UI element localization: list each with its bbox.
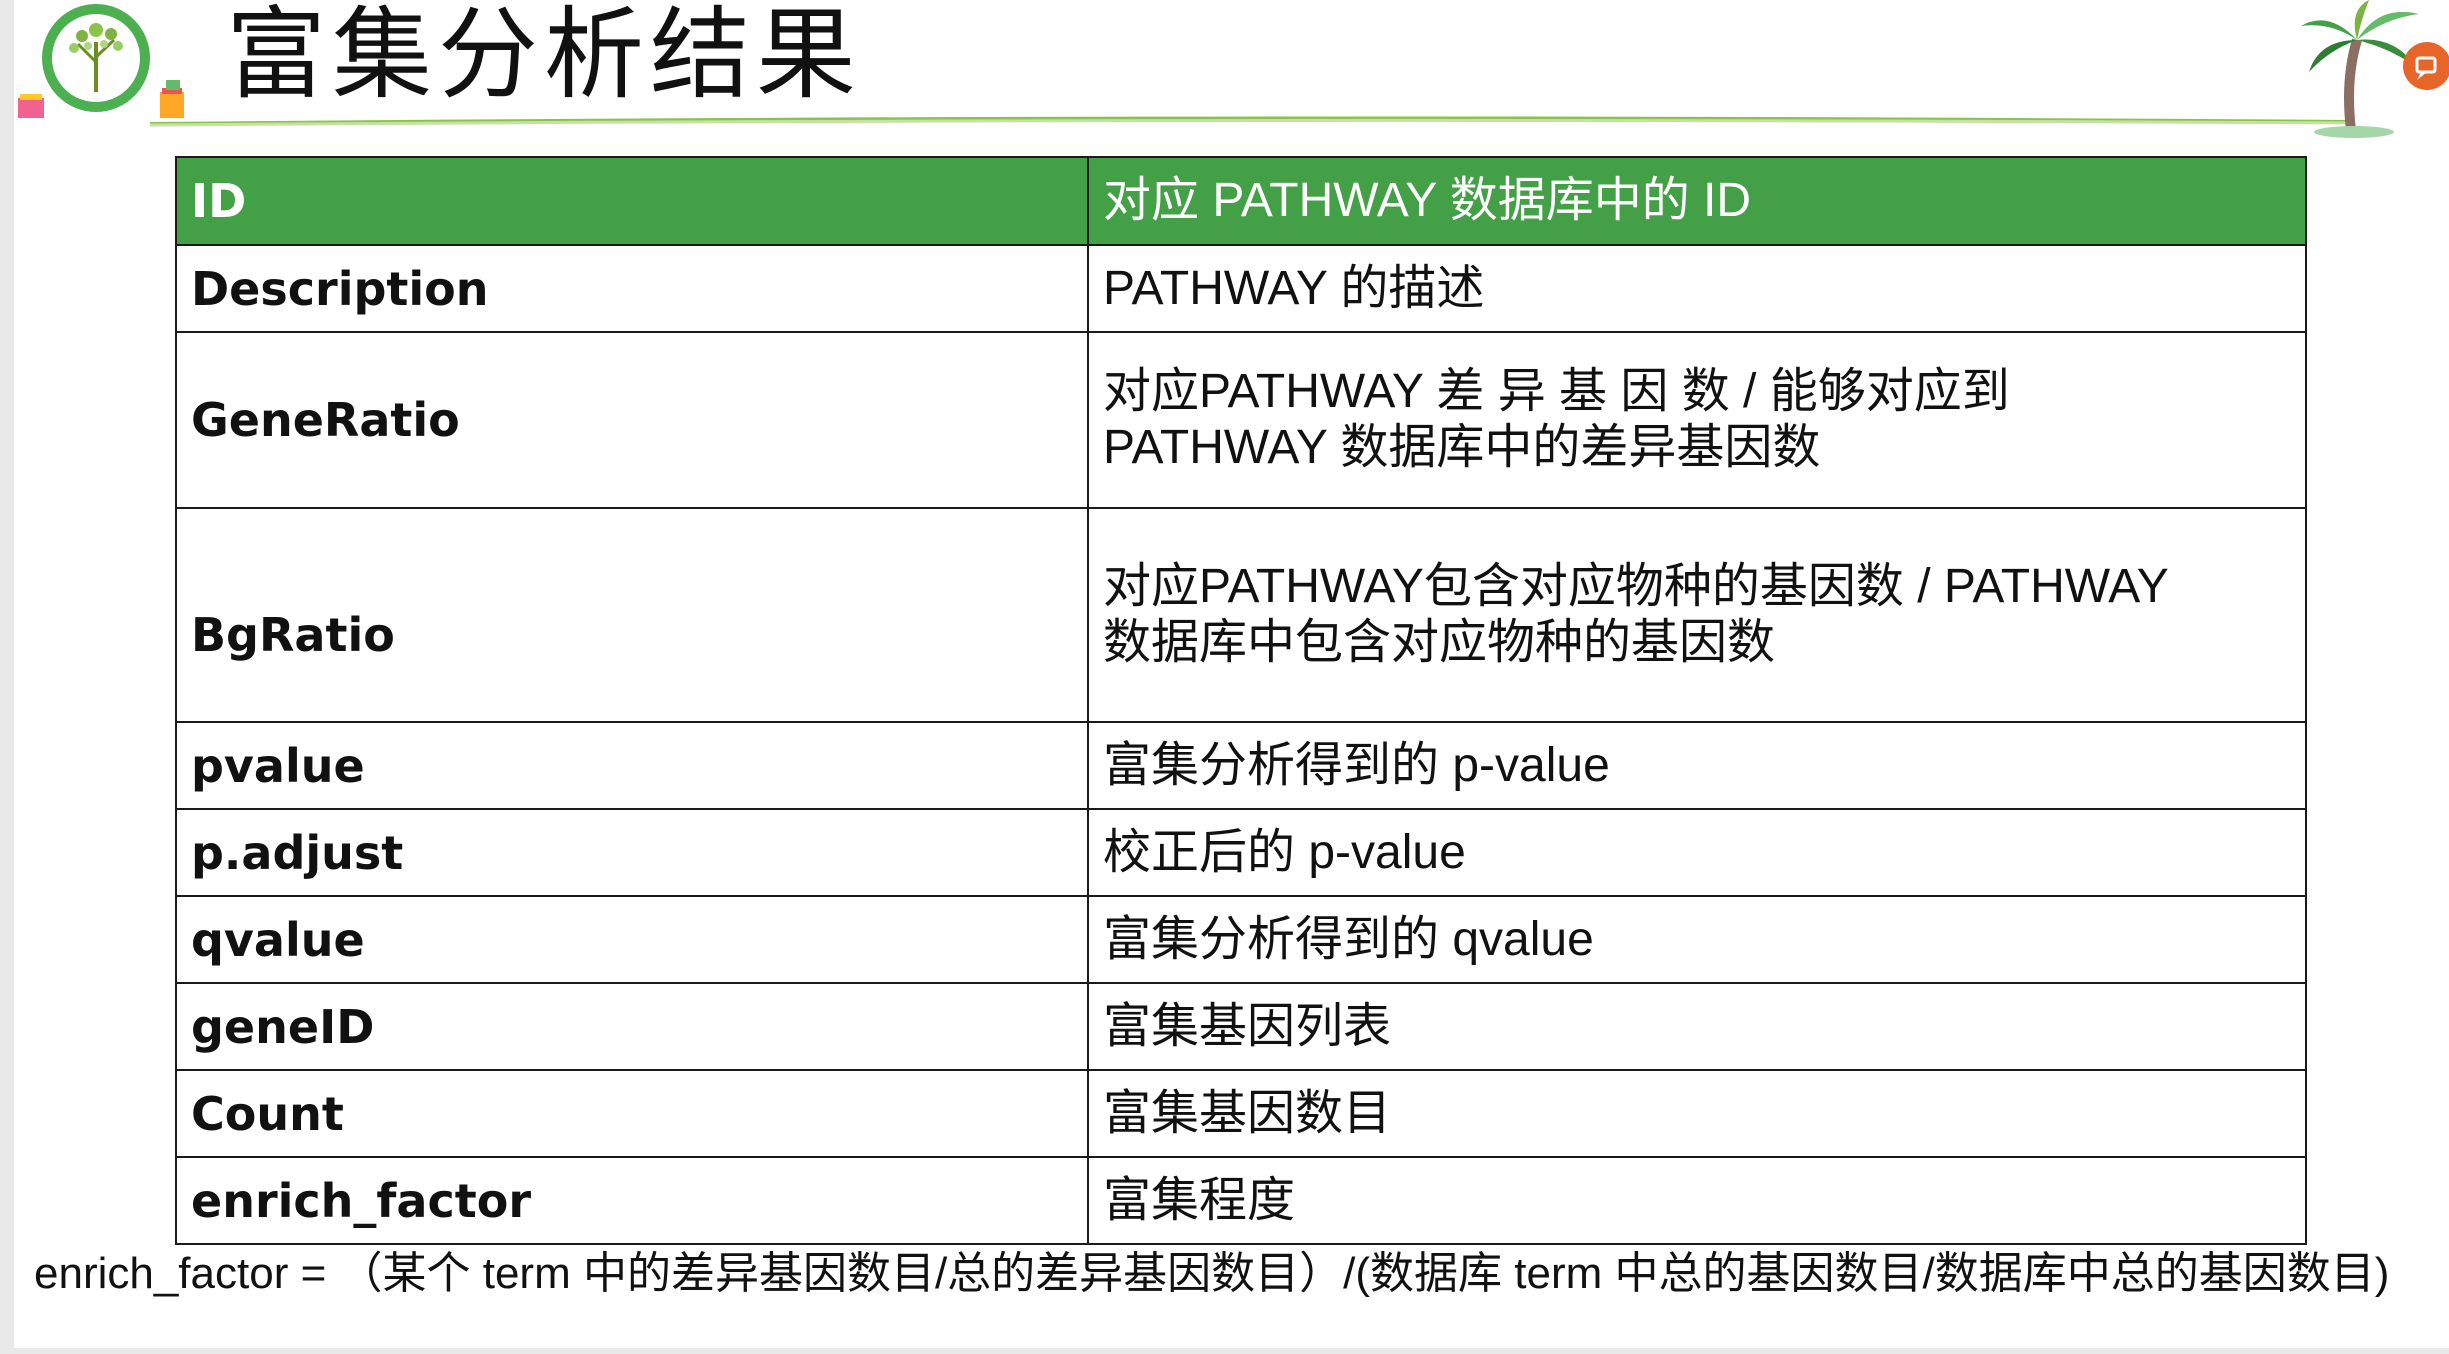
- table-row: Count 富集基因数目: [175, 1069, 2307, 1158]
- table-row: qvalue 富集分析得到的 qvalue: [175, 895, 2307, 984]
- enrichment-result-table: ID 对应 PATHWAY 数据库中的 ID Description PATHW…: [175, 156, 2307, 1245]
- palm-tree-icon: [2301, 0, 2449, 138]
- table-header-term: ID: [175, 156, 1089, 246]
- table-row: geneID 富集基因列表: [175, 982, 2307, 1071]
- orange-chat-badge-icon: [2403, 42, 2449, 90]
- table-cell-term: BgRatio: [175, 507, 1089, 723]
- biotrainee-tree-logo-icon: [18, 4, 184, 118]
- table-cell-term: p.adjust: [175, 808, 1089, 897]
- table-row: enrich_factor 富集程度: [175, 1156, 2307, 1245]
- table-row: GeneRatio 对应PATHWAY 差 异 基 因 数 / 能够对应到 PA…: [175, 331, 2307, 509]
- enrich-factor-formula-note: enrich_factor = （某个 term 中的差异基因数目/总的差异基因…: [34, 1249, 2390, 1298]
- table-cell-desc: 富集分析得到的 qvalue: [1087, 895, 2307, 984]
- table-cell-term: Description: [175, 244, 1089, 333]
- table-cell-desc: 富集基因列表: [1087, 982, 2307, 1071]
- table-cell-desc: 对应PATHWAY 差 异 基 因 数 / 能够对应到 PATHWAY 数据库中…: [1087, 331, 2307, 509]
- table-row: BgRatio 对应PATHWAY包含对应物种的基因数 / PATHWAY 数据…: [175, 507, 2307, 723]
- left-edge-strip: [0, 0, 14, 1354]
- table-cell-desc: PATHWAY 的描述: [1087, 244, 2307, 333]
- table-cell-term: qvalue: [175, 895, 1089, 984]
- slide: 富集分析结果 ID 对应 PATHWAY 数据库中的 ID Descriptio…: [0, 0, 2449, 1354]
- table-row: Description PATHWAY 的描述: [175, 244, 2307, 333]
- table-cell-desc-line: 对应PATHWAY包含对应物种的基因数 / PATHWAY: [1103, 560, 2169, 613]
- table-cell-desc-line: 数据库中包含对应物种的基因数: [1103, 616, 1776, 669]
- table-cell-term: Count: [175, 1069, 1089, 1158]
- table-cell-term: pvalue: [175, 721, 1089, 810]
- table-cell-desc: 对应PATHWAY包含对应物种的基因数 / PATHWAY 数据库中包含对应物种…: [1087, 507, 2307, 723]
- table-row: pvalue 富集分析得到的 p-value: [175, 721, 2307, 810]
- table-cell-desc: 富集分析得到的 p-value: [1087, 721, 2307, 810]
- table-cell-desc: 校正后的 p-value: [1087, 808, 2307, 897]
- bottom-edge-strip: [0, 1348, 2449, 1354]
- table-cell-term: GeneRatio: [175, 331, 1089, 509]
- table-cell-term: geneID: [175, 982, 1089, 1071]
- table-row: p.adjust 校正后的 p-value: [175, 808, 2307, 897]
- header-divider-swoosh: [150, 116, 2350, 127]
- table-cell-desc: 富集程度: [1087, 1156, 2307, 1245]
- table-cell-desc-line: PATHWAY 数据库中的差异基因数: [1103, 421, 1821, 474]
- table-cell-desc: 富集基因数目: [1087, 1069, 2307, 1158]
- table-cell-term: enrich_factor: [175, 1156, 1089, 1245]
- page-title: 富集分析结果: [226, 0, 862, 113]
- table-header-row: ID 对应 PATHWAY 数据库中的 ID: [175, 156, 2307, 246]
- table-cell-desc-line: 对应PATHWAY 差 异 基 因 数 / 能够对应到: [1103, 365, 2010, 418]
- table-header-desc: 对应 PATHWAY 数据库中的 ID: [1087, 156, 2307, 246]
